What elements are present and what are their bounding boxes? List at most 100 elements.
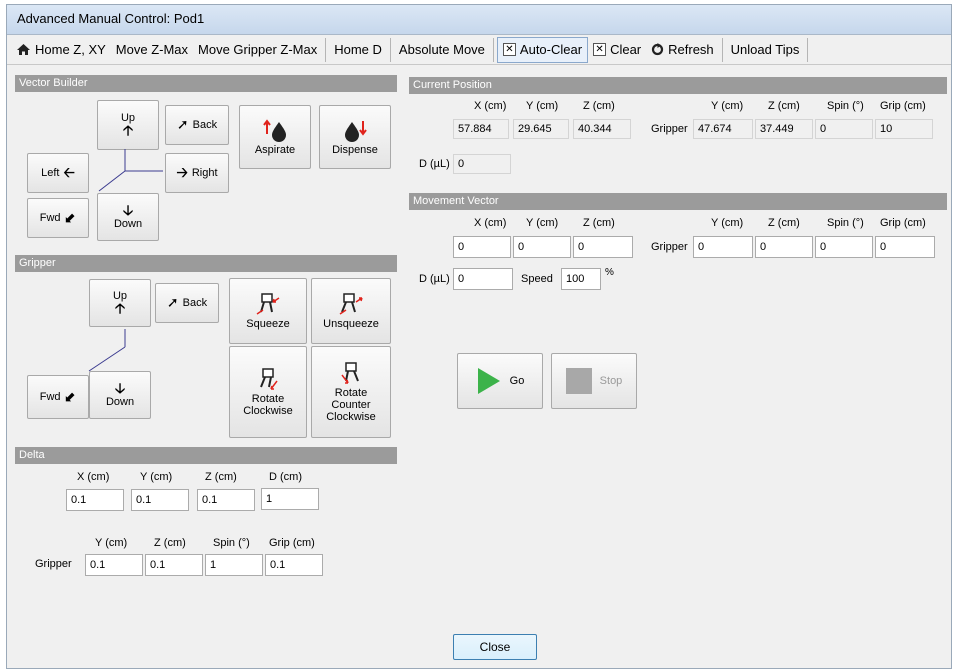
go-label: Go <box>509 375 525 387</box>
gr-down-button[interactable]: 🡣 Down <box>89 371 151 419</box>
stop-icon <box>565 368 592 394</box>
cp-d-value: 0 <box>453 154 511 174</box>
gr-fwd-button[interactable]: Fwd ⬋ <box>27 375 89 419</box>
gr-down-label: Down <box>105 396 135 408</box>
mv-x-label: X (cm) <box>474 217 507 229</box>
rotate-cw-label: Rotate Clockwise <box>243 393 293 417</box>
mv-ggrip-label: Grip (cm) <box>880 217 926 229</box>
vb-fwd-label: Fwd <box>39 212 61 224</box>
stop-label: Stop <box>599 375 623 387</box>
move-zmax-button[interactable]: Move Z-Max <box>111 37 193 63</box>
auto-clear-label: Auto-Clear <box>519 42 583 57</box>
go-button[interactable]: Go <box>457 353 543 409</box>
manual-control-window: Advanced Manual Control: Pod1 Home Z, XY… <box>6 4 952 669</box>
cp-x-value: 57.884 <box>453 119 509 139</box>
rotate-counter-clockwise-button[interactable]: Rotate Counter Clockwise <box>311 346 391 438</box>
play-icon <box>477 368 500 394</box>
cp-y-value: 29.645 <box>513 119 569 139</box>
gripper-unsqueeze-icon <box>339 293 363 315</box>
gripper-rotate-cw-icon <box>260 368 278 390</box>
arrow-down-left-icon: ⬋ <box>64 210 77 226</box>
movement-vector-header: Movement Vector <box>409 193 947 210</box>
delta-x-label: X (cm) <box>77 471 110 483</box>
stop-button[interactable]: Stop <box>551 353 637 409</box>
mv-ggrip-input[interactable]: 0 <box>875 236 935 258</box>
mv-d-input[interactable]: 0 <box>453 268 513 290</box>
current-position-header: Current Position <box>409 77 947 94</box>
refresh-button[interactable]: Refresh <box>646 37 719 63</box>
mv-speed-label: Speed <box>521 273 553 285</box>
toolbar-separator <box>807 37 809 62</box>
vb-down-button[interactable]: 🡣 Down <box>97 193 159 241</box>
vb-up-button[interactable]: Up 🡡 <box>97 100 159 150</box>
delta-ggrip-label: Grip (cm) <box>269 537 315 549</box>
clear-button[interactable]: ✕ Clear <box>588 37 646 63</box>
cp-z-value: 40.344 <box>573 119 631 139</box>
delta-gy-input[interactable]: 0.1 <box>85 554 143 576</box>
cp-ggrip-value: 10 <box>875 119 933 139</box>
vb-left-label: Left <box>41 167 60 179</box>
gr-back-button[interactable]: ➚ Back <box>155 283 219 323</box>
rotate-ccw-label: Rotate Counter Clockwise <box>326 387 376 423</box>
dispense-icon <box>345 121 367 142</box>
home-d-button[interactable]: Home D <box>329 37 387 63</box>
unload-tips-button[interactable]: Unload Tips <box>726 37 805 63</box>
vb-back-label: Back <box>192 119 218 131</box>
gr-fwd-label: Fwd <box>39 391 61 403</box>
dispense-label: Dispense <box>332 144 378 156</box>
aspirate-label: Aspirate <box>254 144 296 156</box>
delta-d-input[interactable]: 1 <box>261 488 319 510</box>
close-button[interactable]: Close <box>453 634 537 660</box>
cp-gz-value: 37.449 <box>755 119 813 139</box>
dispense-button[interactable]: Dispense <box>319 105 391 169</box>
cp-gy-value: 47.674 <box>693 119 753 139</box>
home-zxy-button[interactable]: Home Z, XY <box>11 37 111 63</box>
checkbox-checked-icon: ✕ <box>502 43 516 56</box>
unsqueeze-button[interactable]: Unsqueeze <box>311 278 391 344</box>
toolbar-separator <box>721 37 723 62</box>
aspirate-button[interactable]: Aspirate <box>239 105 311 169</box>
mv-gspin-label: Spin (°) <box>827 217 864 229</box>
window-title: Advanced Manual Control: Pod1 <box>7 5 951 35</box>
mv-speed-input[interactable]: 100 <box>561 268 601 290</box>
vector-builder-header: Vector Builder <box>15 75 397 92</box>
mv-gy-input[interactable]: 0 <box>693 236 753 258</box>
mv-gz-input[interactable]: 0 <box>755 236 813 258</box>
mv-gripper-label: Gripper <box>651 241 688 253</box>
mv-gspin-input[interactable]: 0 <box>815 236 873 258</box>
toolbar-separator <box>325 37 327 62</box>
mv-z-label: Z (cm) <box>583 217 615 229</box>
refresh-icon <box>652 43 664 56</box>
toolbar: Home Z, XY Move Z-Max Move Gripper Z-Max… <box>7 35 951 65</box>
absolute-move-button[interactable]: Absolute Move <box>394 37 490 63</box>
delta-z-input[interactable]: 0.1 <box>197 489 255 511</box>
vb-fwd-button[interactable]: Fwd ⬋ <box>27 198 89 238</box>
gripper-rotate-ccw-icon <box>341 362 359 384</box>
squeeze-button[interactable]: Squeeze <box>229 278 307 344</box>
home-zxy-label: Home Z, XY <box>35 42 106 57</box>
delta-z-label: Z (cm) <box>205 471 237 483</box>
mv-z-input[interactable]: 0 <box>573 236 633 258</box>
delta-gspin-label: Spin (°) <box>213 537 250 549</box>
arrow-up-right-icon: ➚ <box>176 117 189 133</box>
auto-clear-toggle[interactable]: ✕ Auto-Clear <box>496 36 589 63</box>
delta-y-input[interactable]: 0.1 <box>131 489 189 511</box>
delta-gz-input[interactable]: 0.1 <box>145 554 203 576</box>
delta-ggrip-input[interactable]: 0.1 <box>265 554 323 576</box>
mv-y-input[interactable]: 0 <box>513 236 571 258</box>
vb-left-button[interactable]: Left 🡠 <box>27 153 89 193</box>
cp-gripper-label: Gripper <box>651 123 688 135</box>
vb-right-button[interactable]: 🡢 Right <box>165 153 229 193</box>
delta-x-input[interactable]: 0.1 <box>66 489 124 511</box>
vb-back-button[interactable]: ➚ Back <box>165 105 229 145</box>
mv-x-input[interactable]: 0 <box>453 236 511 258</box>
delta-gspin-input[interactable]: 1 <box>205 554 263 576</box>
rotate-clockwise-button[interactable]: Rotate Clockwise <box>229 346 307 438</box>
move-gripper-zmax-button[interactable]: Move Gripper Z-Max <box>193 37 322 63</box>
mv-gz-label: Z (cm) <box>768 217 800 229</box>
axis-diagram <box>98 149 163 192</box>
squeeze-label: Squeeze <box>246 318 290 330</box>
refresh-label: Refresh <box>668 42 714 57</box>
gr-up-button[interactable]: Up 🡡 <box>89 279 151 327</box>
toolbar-separator <box>389 37 391 62</box>
